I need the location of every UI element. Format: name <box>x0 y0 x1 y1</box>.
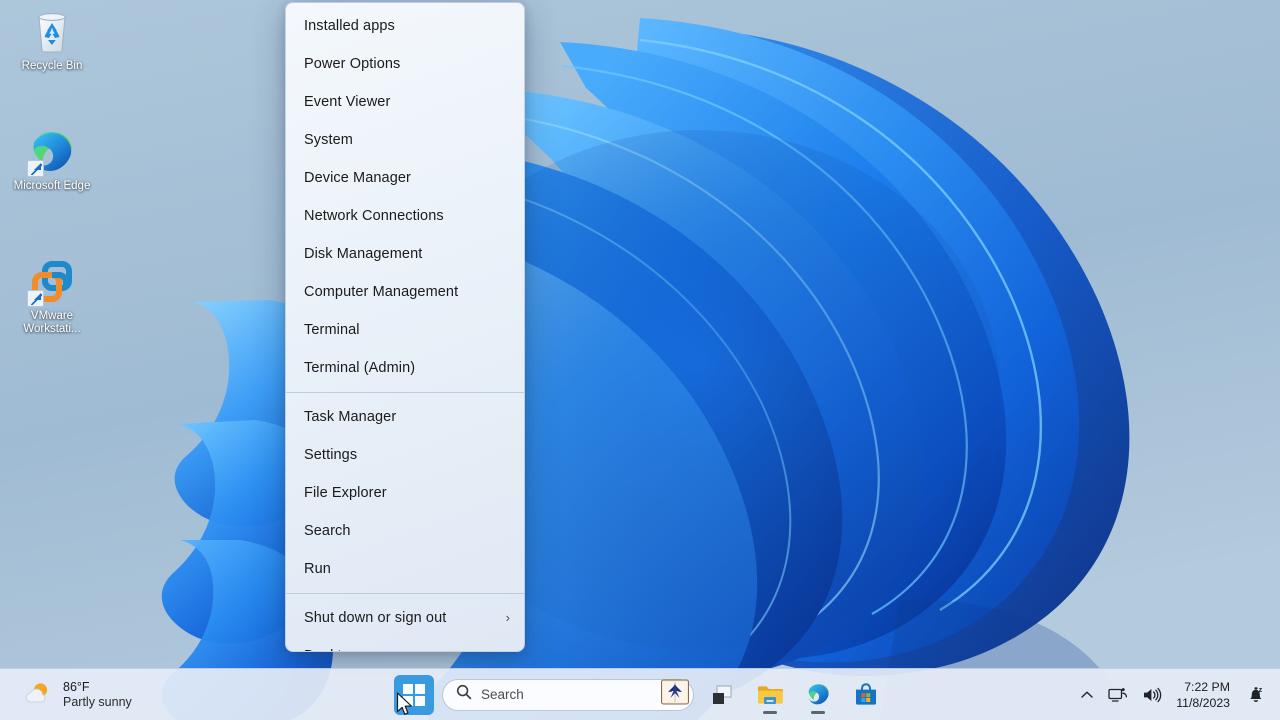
taskbar: 86°F Partly sunny Search 7:22 PM 11/8/20… <box>0 668 1280 720</box>
edge-icon <box>808 684 829 705</box>
shortcut-overlay-icon <box>27 160 44 177</box>
menu-item-settings[interactable]: Settings <box>286 436 524 474</box>
menu-item-label: Shut down or sign out <box>304 610 447 626</box>
menu-separator <box>286 593 524 594</box>
menu-item-label: Installed apps <box>304 18 395 34</box>
desktop-wallpaper <box>0 0 1280 720</box>
search-icon <box>456 684 472 705</box>
menu-item-file-explorer[interactable]: File Explorer <box>286 474 524 512</box>
menu-item-terminal[interactable]: Terminal <box>286 311 524 349</box>
desktop-icon-label: Microsoft Edge <box>13 180 91 192</box>
taskbar-center-cluster: Search <box>394 669 886 720</box>
taskbar-app-file-explorer[interactable] <box>750 675 790 715</box>
menu-item-desktop[interactable]: Desktop <box>286 637 524 651</box>
running-indicator <box>811 710 825 714</box>
taskbar-app-microsoft-edge[interactable] <box>798 675 838 715</box>
menu-item-label: Event Viewer <box>304 94 391 110</box>
menu-item-label: Task Manager <box>304 409 397 425</box>
desktop-icon-microsoft-edge[interactable]: Microsoft Edge <box>10 128 94 193</box>
menu-item-task-manager[interactable]: Task Manager <box>286 398 524 436</box>
menu-item-label: Terminal <box>304 322 360 338</box>
speaker-icon <box>1144 687 1162 702</box>
menu-item-power-options[interactable]: Power Options <box>286 45 524 83</box>
menu-item-label: Settings <box>304 447 358 463</box>
menu-item-installed-apps[interactable]: Installed apps <box>286 7 524 45</box>
taskbar-weather-widget[interactable]: 86°F Partly sunny <box>14 669 142 720</box>
menu-item-label: Computer Management <box>304 284 459 300</box>
folder-icon <box>758 685 783 704</box>
recycle-bin-icon <box>28 8 76 56</box>
menu-item-search[interactable]: Search <box>286 512 524 550</box>
bell-dnd-icon: z <box>1250 685 1263 702</box>
menu-item-label: Disk Management <box>304 246 423 262</box>
desktop-icon-label: Recycle Bin <box>21 60 83 72</box>
weather-condition: Partly sunny <box>63 695 132 709</box>
menu-item-event-viewer[interactable]: Event Viewer <box>286 83 524 121</box>
power-user-menu[interactable]: Installed apps Power Options Event Viewe… <box>285 2 525 652</box>
menu-item-disk-management[interactable]: Disk Management <box>286 235 524 273</box>
desktop-icon-recycle-bin[interactable]: Recycle Bin <box>10 8 94 73</box>
taskbar-app-microsoft-store[interactable] <box>846 675 886 715</box>
clock-date: 11/8/2023 <box>1176 695 1230 710</box>
menu-item-system[interactable]: System <box>286 121 524 159</box>
tray-notifications-button[interactable]: z <box>1240 675 1272 715</box>
tray-network-button[interactable] <box>1102 675 1134 715</box>
menu-item-label: Desktop <box>304 648 510 651</box>
menu-item-label: Device Manager <box>304 170 411 186</box>
search-placeholder: Search <box>481 687 524 702</box>
shortcut-overlay-icon <box>27 290 44 307</box>
open-book-icon[interactable] <box>661 679 689 710</box>
network-monitor-icon <box>1108 687 1128 702</box>
menu-item-device-manager[interactable]: Device Manager <box>286 159 524 197</box>
taskbar-clock[interactable]: 7:22 PM 11/8/2023 <box>1170 675 1238 715</box>
desktop-icon-vmware-workstation[interactable]: VMware Workstati... <box>10 258 94 336</box>
vmware-icon <box>27 258 76 307</box>
tray-volume-button[interactable] <box>1136 675 1168 715</box>
edge-icon <box>27 128 76 177</box>
menu-item-shut-down-or-sign-out[interactable]: Shut down or sign out › <box>286 599 524 637</box>
menu-item-run[interactable]: Run <box>286 550 524 588</box>
menu-item-label: Terminal (Admin) <box>304 360 416 376</box>
menu-item-label: Network Connections <box>304 208 444 224</box>
taskbar-app-task-view[interactable] <box>702 675 742 715</box>
menu-item-label: Search <box>304 523 351 539</box>
chevron-up-icon <box>1081 690 1093 698</box>
windows-logo-icon <box>403 683 425 706</box>
desktop-icon-label: VMware Workstati... <box>23 310 81 335</box>
menu-item-label: File Explorer <box>304 485 387 501</box>
menu-item-computer-management[interactable]: Computer Management <box>286 273 524 311</box>
menu-item-label: System <box>304 132 353 148</box>
weather-temperature: 86°F <box>63 680 90 694</box>
menu-separator <box>286 392 524 393</box>
menu-item-network-connections[interactable]: Network Connections <box>286 197 524 235</box>
task-view-icon <box>713 685 732 704</box>
system-tray: 7:22 PM 11/8/2023 z <box>1074 669 1272 720</box>
svg-text:z: z <box>1259 685 1263 694</box>
tray-show-hidden-icons-button[interactable] <box>1074 675 1100 715</box>
start-button[interactable] <box>394 674 434 715</box>
menu-item-label: Power Options <box>304 56 401 72</box>
menu-item-label: Run <box>304 561 331 577</box>
clock-time: 7:22 PM <box>1184 679 1230 694</box>
sun-behind-cloud-icon <box>24 680 54 711</box>
menu-item-terminal-admin[interactable]: Terminal (Admin) <box>286 349 524 387</box>
store-bag-icon <box>856 682 876 705</box>
taskbar-search-box[interactable]: Search <box>442 678 694 711</box>
chevron-right-icon: › <box>505 609 510 625</box>
running-indicator <box>763 710 777 714</box>
